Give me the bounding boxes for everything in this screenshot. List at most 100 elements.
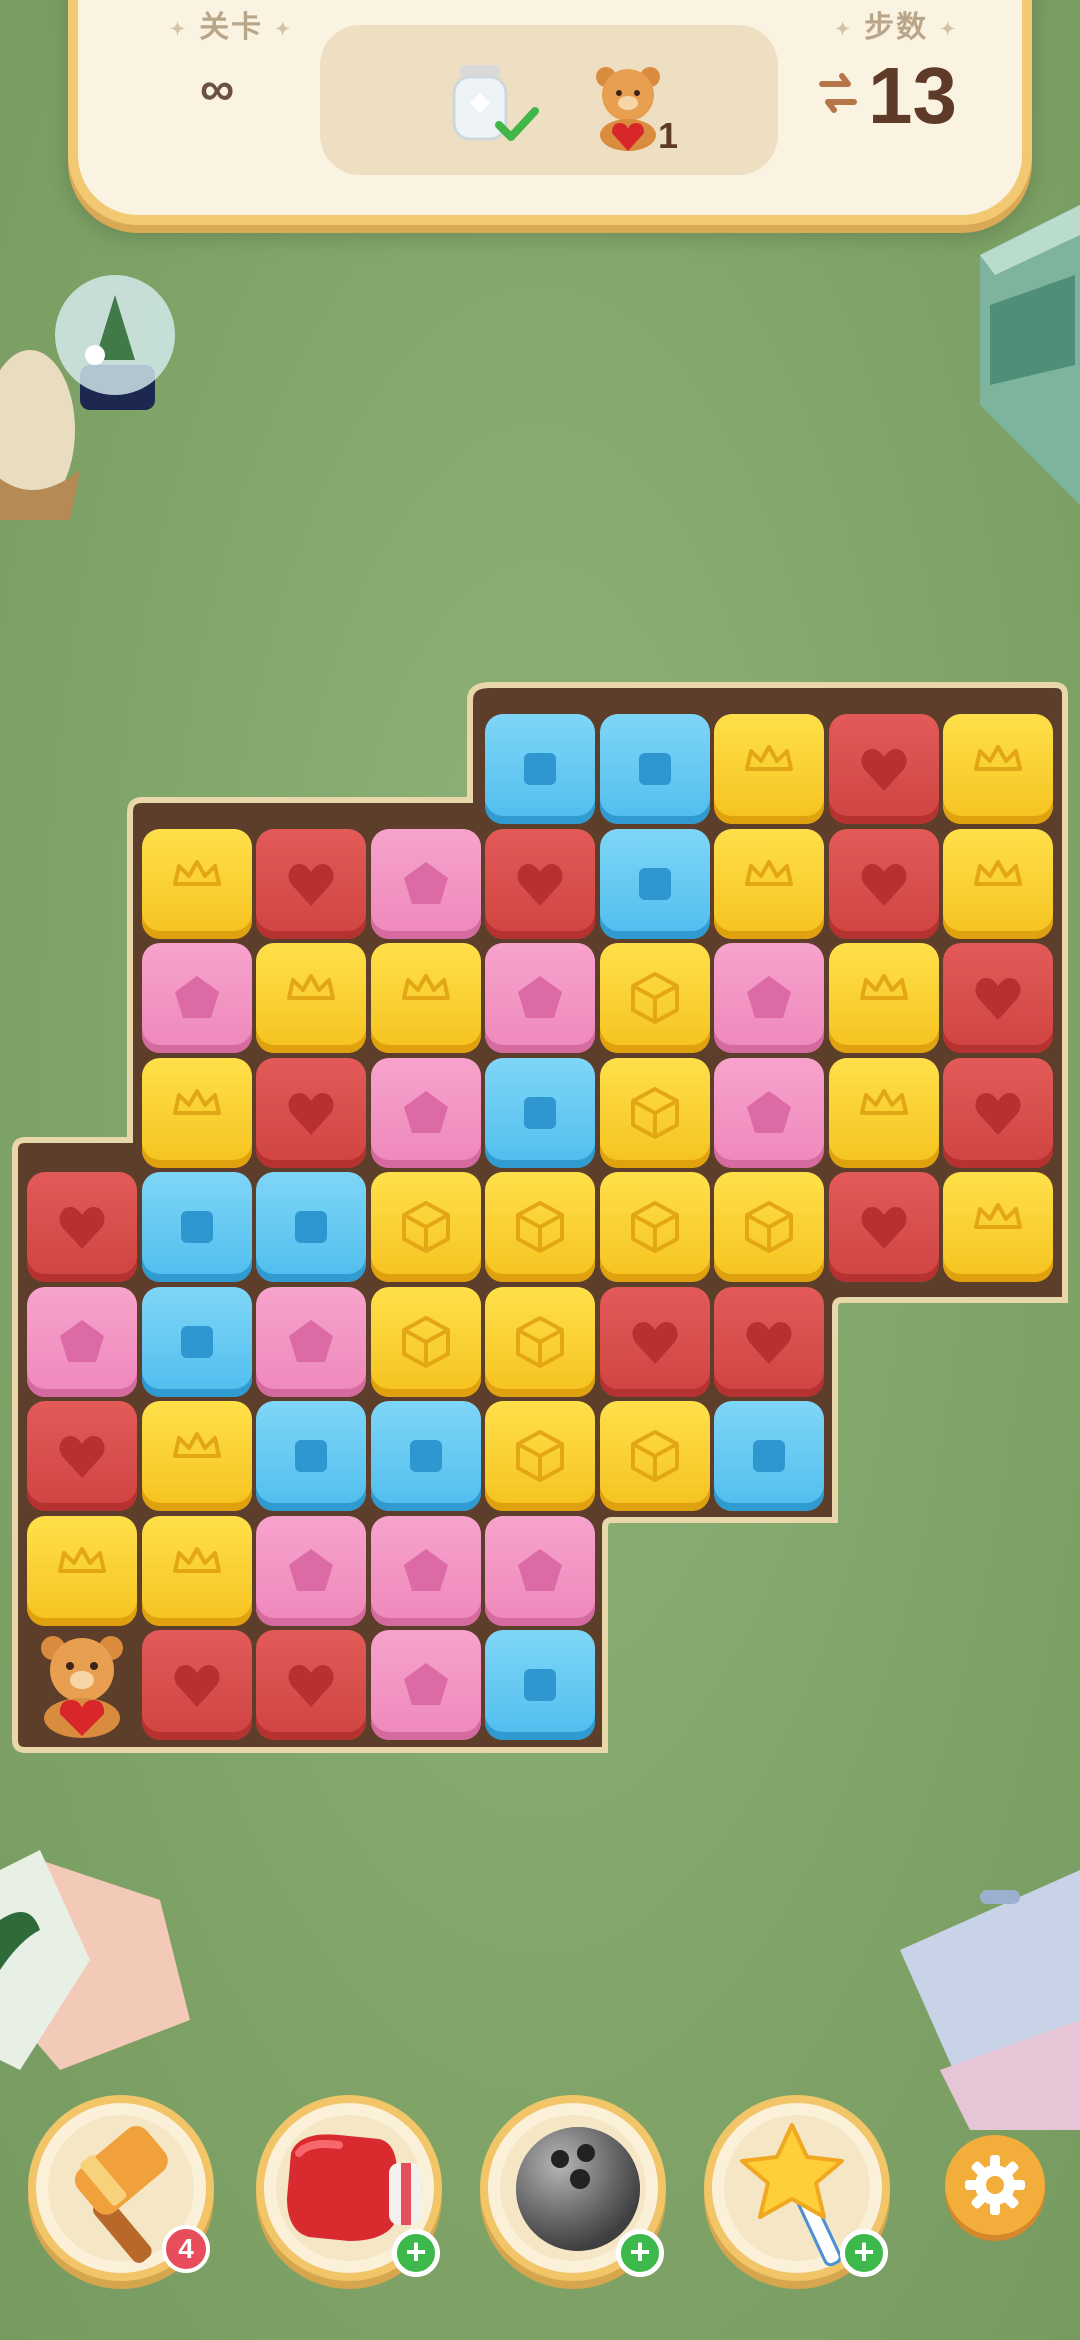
box-tile[interactable] (371, 1287, 481, 1397)
booster-hammer[interactable]: 4 (28, 2095, 214, 2281)
yellow-tile[interactable] (142, 829, 252, 939)
heart-icon (861, 1207, 907, 1249)
square-icon (639, 753, 671, 785)
box-tile[interactable] (600, 1172, 710, 1282)
booster-boxing-glove[interactable]: + (256, 2095, 442, 2281)
pink-tile[interactable] (27, 1287, 137, 1397)
box-icon (402, 1316, 450, 1368)
box-tile[interactable] (371, 1172, 481, 1282)
pink-tile[interactable] (714, 943, 824, 1053)
red-tile[interactable] (943, 943, 1053, 1053)
bear-piece[interactable] (27, 1630, 137, 1740)
yellow-tile[interactable] (27, 1516, 137, 1626)
pink-tile[interactable] (142, 943, 252, 1053)
blue-tile[interactable] (600, 829, 710, 939)
red-tile[interactable] (829, 1172, 939, 1282)
yellow-tile[interactable] (142, 1058, 252, 1168)
box-tile[interactable] (485, 1401, 595, 1511)
crown-icon (173, 1432, 221, 1458)
pentagon-icon (289, 1320, 333, 1362)
box-icon (631, 1430, 679, 1482)
pentagon-icon (404, 1091, 448, 1133)
pink-tile[interactable] (371, 1516, 481, 1626)
blue-tile[interactable] (714, 1401, 824, 1511)
red-tile[interactable] (943, 1058, 1053, 1168)
pink-tile[interactable] (371, 1630, 481, 1740)
crown-icon (745, 860, 793, 886)
heart-icon (288, 1665, 334, 1707)
pentagon-icon (747, 976, 791, 1018)
star-wand-add-badge[interactable]: + (840, 2229, 888, 2277)
red-tile[interactable] (714, 1287, 824, 1397)
square-icon (295, 1211, 327, 1243)
pentagon-icon (404, 1663, 448, 1705)
blue-tile[interactable] (371, 1401, 481, 1511)
heart-icon (288, 1093, 334, 1135)
yellow-tile[interactable] (943, 1172, 1053, 1282)
red-tile[interactable] (27, 1172, 137, 1282)
box-tile[interactable] (485, 1172, 595, 1282)
box-icon (516, 1316, 564, 1368)
heart-icon (632, 1322, 678, 1364)
blue-tile[interactable] (485, 1058, 595, 1168)
square-icon (524, 753, 556, 785)
blue-tile[interactable] (485, 714, 595, 824)
pentagon-icon (518, 976, 562, 1018)
crown-icon (860, 1089, 908, 1115)
heart-icon (975, 978, 1021, 1020)
red-tile[interactable] (256, 1058, 366, 1168)
pink-tile[interactable] (371, 829, 481, 939)
yellow-tile[interactable] (714, 829, 824, 939)
pink-tile[interactable] (485, 1516, 595, 1626)
yellow-tile[interactable] (714, 714, 824, 824)
box-icon (631, 1201, 679, 1253)
yellow-tile[interactable] (829, 1058, 939, 1168)
red-tile[interactable] (142, 1630, 252, 1740)
square-icon (524, 1669, 556, 1701)
box-tile[interactable] (485, 1287, 595, 1397)
blue-tile[interactable] (142, 1287, 252, 1397)
red-tile[interactable] (256, 829, 366, 939)
blue-tile[interactable] (485, 1630, 595, 1740)
crown-icon (173, 1089, 221, 1115)
gear-icon (965, 2155, 1025, 2215)
box-tile[interactable] (714, 1172, 824, 1282)
yellow-tile[interactable] (256, 943, 366, 1053)
pink-tile[interactable] (485, 943, 595, 1053)
yellow-tile[interactable] (142, 1516, 252, 1626)
blue-tile[interactable] (256, 1172, 366, 1282)
box-tile[interactable] (600, 943, 710, 1053)
box-tile[interactable] (600, 1058, 710, 1168)
pink-tile[interactable] (371, 1058, 481, 1168)
card-decoration (0, 1850, 190, 2070)
boxing-glove-add-badge[interactable]: + (392, 2229, 440, 2277)
yellow-tile[interactable] (142, 1401, 252, 1511)
pink-tile[interactable] (256, 1516, 366, 1626)
box-tile[interactable] (600, 1401, 710, 1511)
blue-tile[interactable] (256, 1401, 366, 1511)
yellow-tile[interactable] (829, 943, 939, 1053)
heart-icon (861, 749, 907, 791)
red-tile[interactable] (27, 1401, 137, 1511)
pink-tile[interactable] (714, 1058, 824, 1168)
blue-tile[interactable] (600, 714, 710, 824)
red-tile[interactable] (829, 714, 939, 824)
bowling-ball-add-badge[interactable]: + (616, 2229, 664, 2277)
pink-tile[interactable] (256, 1287, 366, 1397)
crown-icon (745, 745, 793, 771)
red-tile[interactable] (485, 829, 595, 939)
yellow-tile[interactable] (943, 714, 1053, 824)
pentagon-icon (404, 1549, 448, 1591)
yellow-tile[interactable] (943, 829, 1053, 939)
red-tile[interactable] (829, 829, 939, 939)
crown-icon (173, 1547, 221, 1573)
red-tile[interactable] (256, 1630, 366, 1740)
booster-star-wand[interactable]: + (704, 2095, 890, 2281)
red-tile[interactable] (600, 1287, 710, 1397)
yellow-tile[interactable] (371, 943, 481, 1053)
blue-tile[interactable] (142, 1172, 252, 1282)
booster-bowling-ball[interactable]: + (480, 2095, 666, 2281)
box-icon (516, 1201, 564, 1253)
settings-button[interactable] (945, 2135, 1045, 2235)
heart-icon (288, 864, 334, 906)
